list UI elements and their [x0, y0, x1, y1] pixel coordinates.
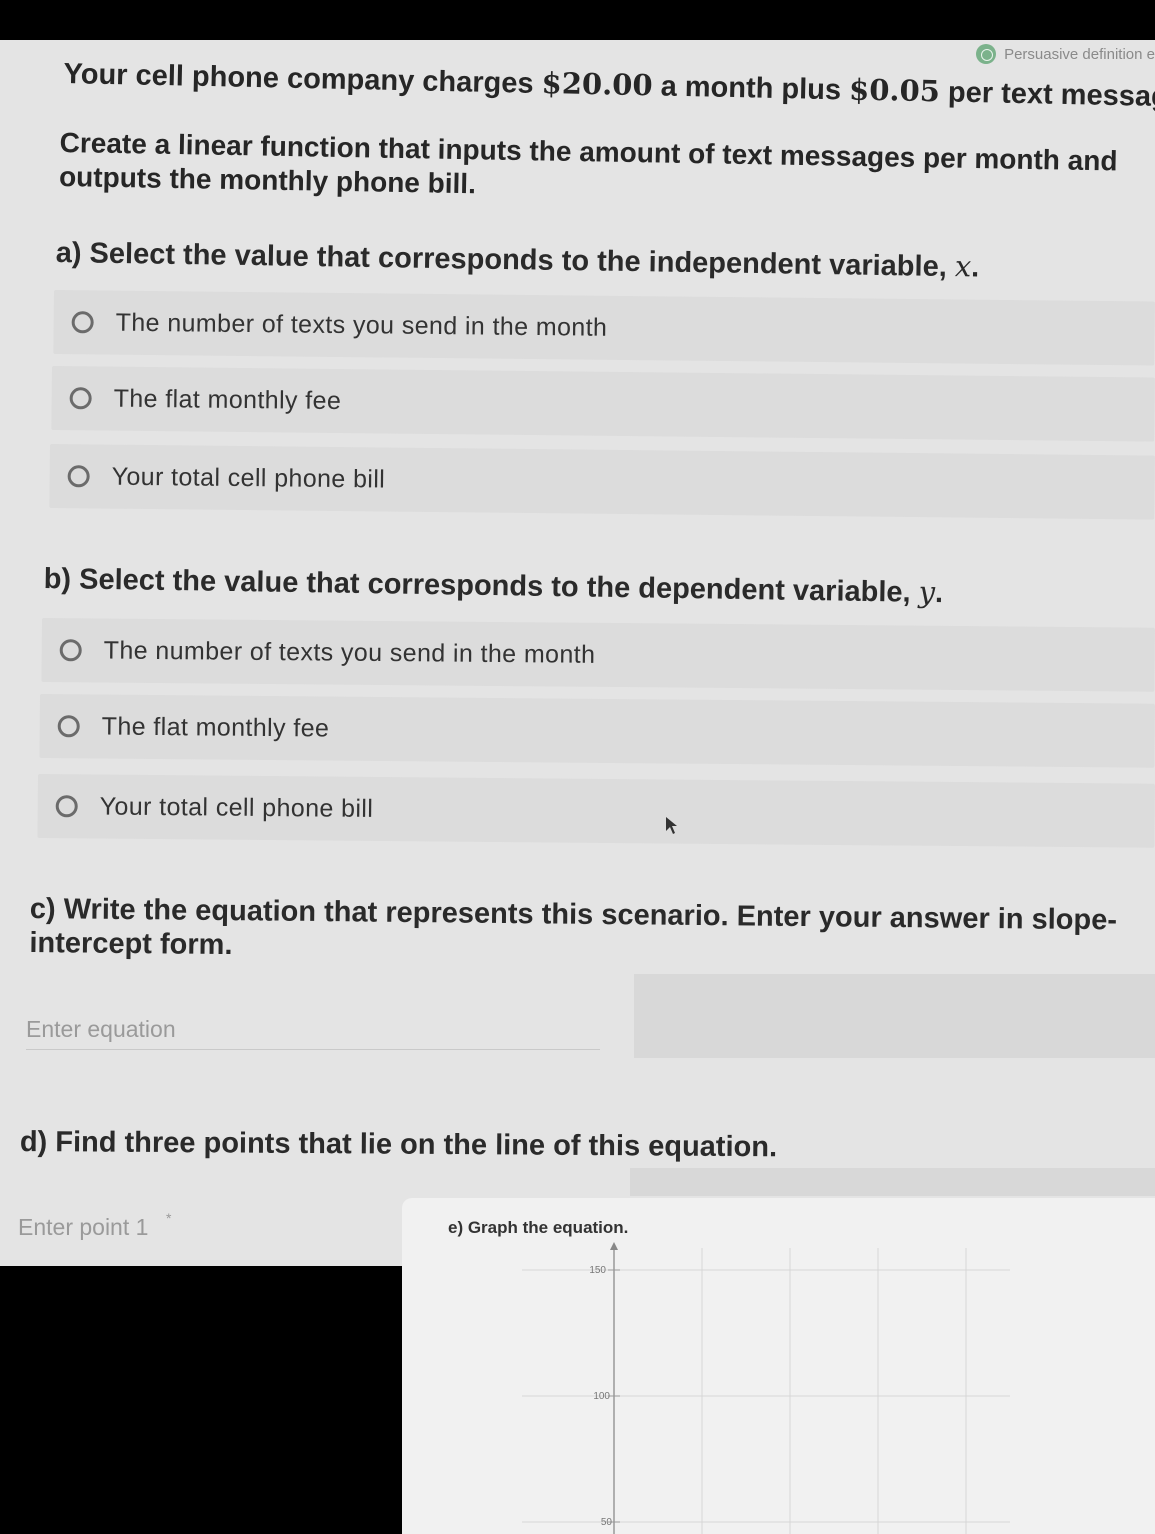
answer-box-d	[630, 1168, 1155, 1196]
part-a-prompt: a) Select the value that corresponds to …	[55, 236, 979, 284]
option-label: The number of texts you send in the mont…	[115, 308, 608, 342]
radio-button[interactable]	[55, 795, 78, 818]
part-b-option-2[interactable]: The flat monthly fee	[39, 694, 1155, 768]
intro-prefix: Your cell phone company charges	[63, 57, 542, 101]
var-y: y	[918, 574, 936, 609]
graph-chart[interactable]: 150 100 50	[402, 1198, 1155, 1534]
equation-field[interactable]	[26, 1016, 600, 1050]
chatgpt-icon	[976, 44, 997, 64]
part-a-option-1[interactable]: The number of texts you send in the mont…	[53, 290, 1155, 366]
y-tick-label: 50	[601, 1517, 613, 1528]
radio-button[interactable]	[71, 311, 94, 334]
y-tick-label: 100	[593, 1391, 610, 1402]
fee-value: $20.00	[541, 66, 653, 103]
question-page: Persuasive definition e Your cell phone …	[0, 40, 1155, 1266]
option-label: The number of texts you send in the mont…	[103, 636, 596, 669]
equation-input[interactable]	[26, 1016, 600, 1043]
rate-value: $0.05	[848, 72, 941, 109]
mouse-cursor-icon	[666, 817, 677, 834]
radio-button[interactable]	[59, 639, 82, 662]
extension-badge-label: Persuasive definition e	[1004, 45, 1155, 63]
part-b-prompt: b) Select the value that corresponds to …	[43, 562, 943, 609]
part-a-period: .	[970, 251, 980, 284]
part-b-text: b) Select the value that corresponds to …	[43, 562, 919, 609]
intro-suffix: per text message.	[947, 76, 1155, 114]
required-asterisk: *	[166, 1210, 172, 1226]
option-label: Your total cell phone bill	[99, 792, 374, 823]
radio-button[interactable]	[69, 387, 92, 410]
option-label: The flat monthly fee	[113, 384, 342, 415]
radio-button[interactable]	[57, 715, 80, 738]
part-c-prompt: c) Write the equation that represents th…	[29, 892, 1117, 971]
part-a-option-2[interactable]: The flat monthly fee	[51, 366, 1155, 442]
problem-intro: Your cell phone company charges $20.00 a…	[63, 56, 1155, 115]
point-1-input[interactable]	[18, 1214, 402, 1241]
var-x: x	[954, 249, 972, 284]
part-a-text: a) Select the value that corresponds to …	[55, 236, 956, 284]
task-statement: Create a linear function that inputs the…	[59, 126, 1118, 212]
part-b-option-1[interactable]: The number of texts you send in the mont…	[41, 618, 1155, 692]
option-label: The flat monthly fee	[101, 712, 330, 743]
graph-card: e) Graph the equation. 150 100 50	[402, 1198, 1155, 1534]
point-1-field[interactable]	[18, 1214, 402, 1247]
intro-mid: a month plus	[652, 70, 850, 107]
part-d-prompt: d) Find three points that lie on the lin…	[19, 1126, 778, 1164]
part-b-option-3[interactable]: Your total cell phone bill	[37, 774, 1155, 848]
y-axis-arrow-icon	[610, 1242, 618, 1250]
part-b-period: .	[934, 577, 944, 610]
part-a-option-3[interactable]: Your total cell phone bill	[49, 444, 1155, 520]
radio-button[interactable]	[67, 465, 90, 488]
y-tick-label: 150	[589, 1265, 606, 1276]
option-label: Your total cell phone bill	[111, 462, 386, 494]
extension-badge[interactable]: Persuasive definition e	[976, 44, 1155, 64]
answer-box-c	[634, 974, 1155, 1058]
